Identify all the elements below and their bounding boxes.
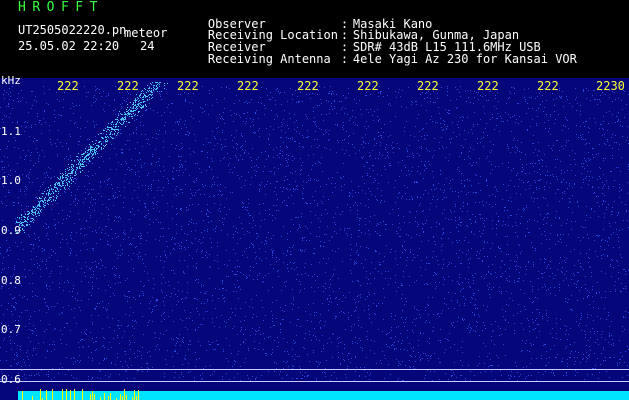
info-value: 4ele Yagi Az 230 for Kansai VOR xyxy=(352,52,577,66)
guide-line xyxy=(0,381,629,382)
noise-speckle xyxy=(0,86,629,382)
x-tick-label: 222 xyxy=(357,80,379,92)
x-tick-label: 222 xyxy=(477,80,499,92)
x-tick-label: 222 xyxy=(297,80,319,92)
y-tick-label: 0.6 xyxy=(1,373,21,386)
spectrogram-plot xyxy=(0,78,629,400)
x-tick-label-end: 2230 xyxy=(596,80,625,92)
signal-baseline xyxy=(18,391,629,400)
app-title: HROFFT xyxy=(18,0,104,15)
observation-datetime: 25.05.02 22:20 xyxy=(18,39,120,53)
spectrogram-canvas xyxy=(0,82,629,400)
y-tick-label: 0.7 xyxy=(1,323,21,336)
frequency-unit-label: kHz xyxy=(1,74,21,87)
x-tick-label: 222 xyxy=(237,80,259,92)
meteor-trail xyxy=(15,82,168,233)
y-tick-label: 0.8 xyxy=(1,274,21,287)
info-colon: : xyxy=(340,52,349,66)
x-tick-label: 222 xyxy=(57,80,79,92)
y-tick-label: 1.1 xyxy=(1,125,21,138)
event-label: meteor xyxy=(124,26,168,40)
y-tick-label: 0.9 xyxy=(1,224,21,237)
info-row-antenna: Receiving Antenna:4ele Yagi Az 230 for K… xyxy=(179,41,577,77)
hrofft-window: HROFFT UT2505022220.pn meteor 25.05.02 2… xyxy=(0,0,629,400)
x-tick-label: 222 xyxy=(537,80,559,92)
guide-line xyxy=(0,369,629,370)
x-tick-label: 222 xyxy=(417,80,439,92)
x-tick-label: 222 xyxy=(117,80,139,92)
meteor-count: 24 xyxy=(140,39,155,53)
info-key: Receiving Antenna xyxy=(207,52,331,66)
x-tick-label: 222 xyxy=(177,80,199,92)
y-tick-label: 1.0 xyxy=(1,174,21,187)
file-name: UT2505022220.pn xyxy=(18,23,127,37)
